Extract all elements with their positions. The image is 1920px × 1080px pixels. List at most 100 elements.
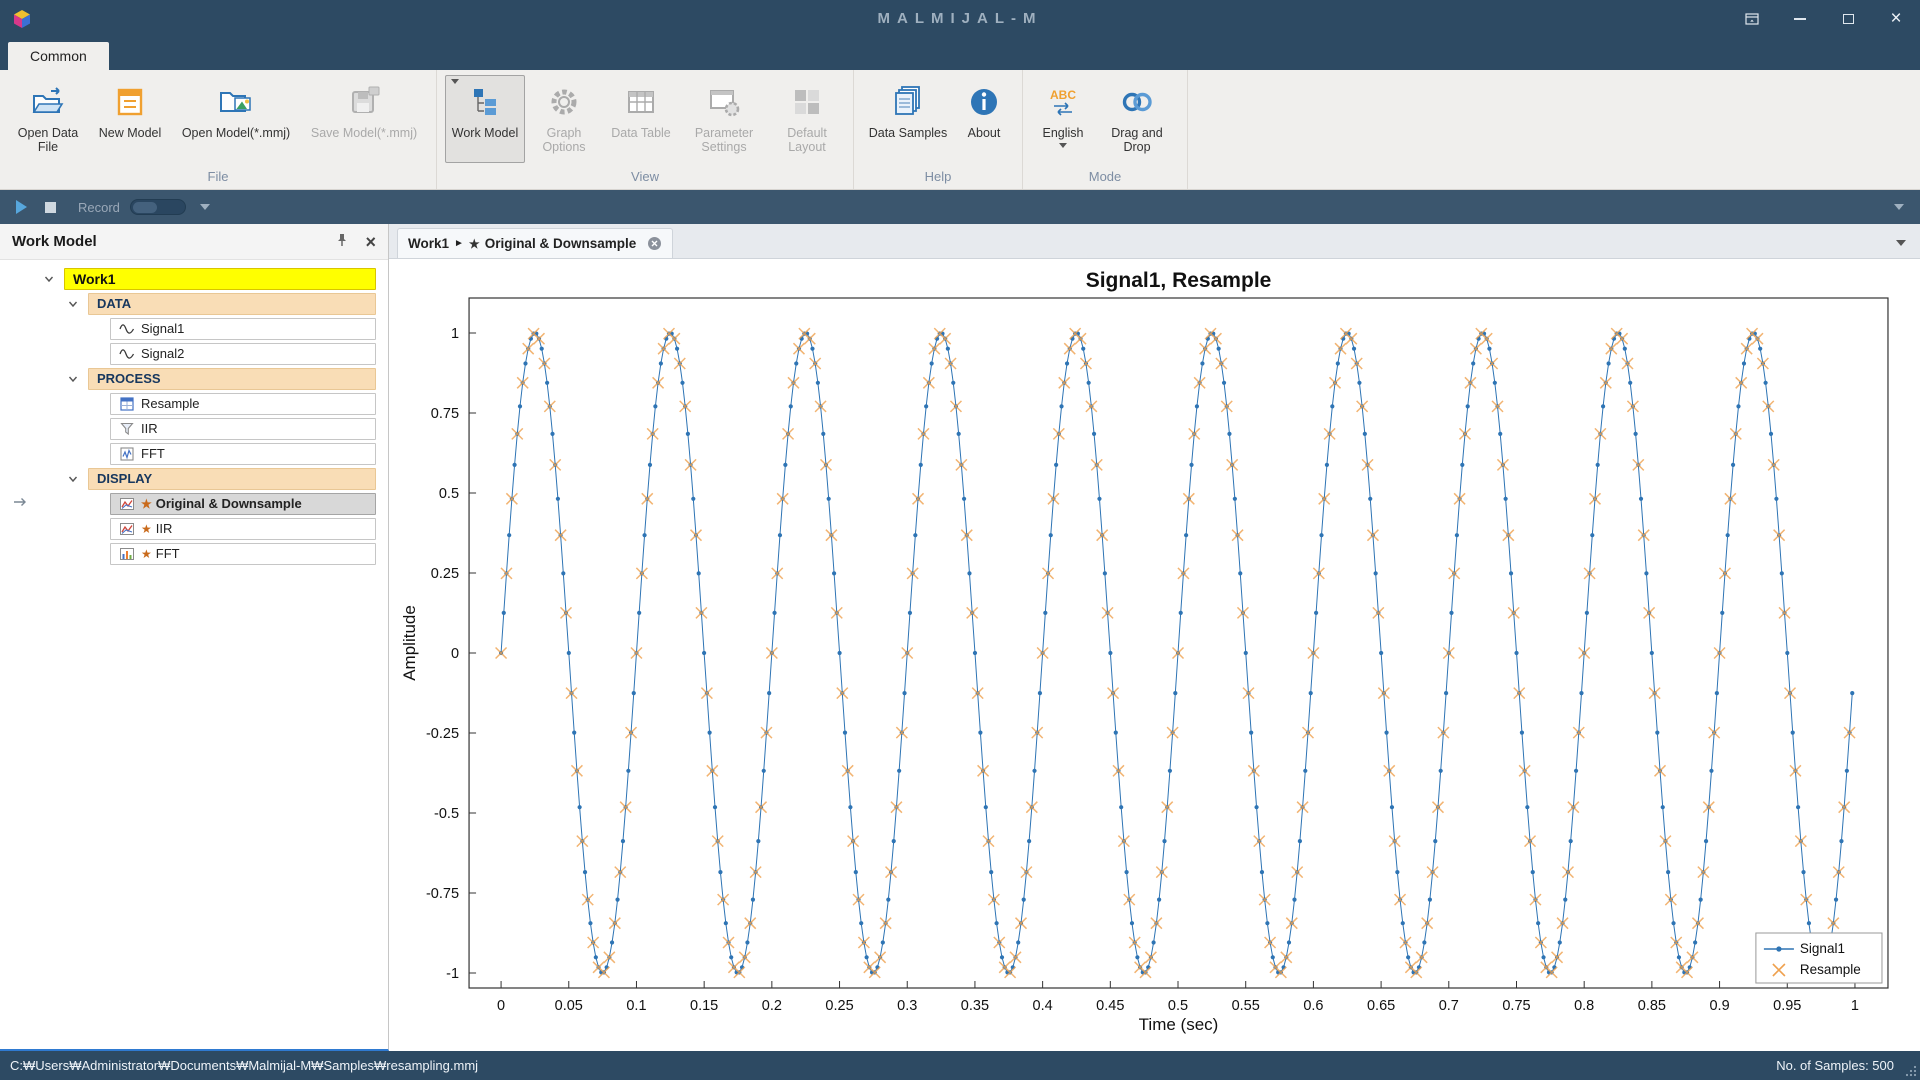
chart-panel: Signal1, Resample00.050.10.150.20.250.30… [389,259,1920,1051]
resample-icon [119,396,135,412]
parameter-settings-button[interactable]: Parameter Settings [679,75,769,163]
svg-text:0.25: 0.25 [825,998,853,1014]
svg-text:0.9: 0.9 [1709,998,1729,1014]
ribbon-group-label: Help [862,167,1014,189]
record-dropdown-icon[interactable] [200,204,210,210]
work-model-button[interactable]: Work Model [445,75,525,163]
chevron-down-icon[interactable] [68,375,78,383]
tree-row-original-downsample[interactable]: ★ Original & Downsample [0,491,388,516]
tree-label: DISPLAY [97,471,152,486]
tree-row-signal2[interactable]: Signal2 [0,341,388,366]
chevron-down-icon[interactable] [68,300,78,308]
stop-icon[interactable] [45,202,56,213]
chevron-down-icon[interactable] [44,275,54,283]
record-toggle[interactable] [130,199,186,215]
chevron-down-icon [1059,143,1067,148]
svg-text:0.65: 0.65 [1367,998,1395,1014]
panel-close-icon[interactable]: × [365,233,376,251]
maximize-icon[interactable] [1824,0,1872,37]
gear-icon [546,82,582,122]
drag-and-drop-button[interactable]: Drag and Drop [1095,75,1179,163]
graph-options-button[interactable]: Graph Options [525,75,603,163]
svg-text:0.1: 0.1 [626,998,646,1014]
tree-label: Original & Downsample [156,496,302,511]
ribbon-button-label: About [957,126,1011,140]
line-chart-icon [119,496,135,512]
star-icon: ★ [469,237,480,251]
tab-close-icon[interactable] [647,236,662,251]
svg-text:0.4: 0.4 [1033,998,1053,1014]
svg-text:0.55: 0.55 [1232,998,1260,1014]
save-model-button[interactable]: Save Model(*.mmj) [300,75,428,163]
tab-original-downsample[interactable]: Work1 ► ★ Original & Downsample [397,228,673,258]
tree-row-work1[interactable]: Work1 [0,266,388,291]
tree-label: Resample [141,396,200,411]
document-area: Work1 ► ★ Original & Downsample Signal1,… [389,224,1920,1051]
svg-text:-1: -1 [446,966,459,982]
data-samples-button[interactable]: Data Samples [862,75,954,163]
tree-row-resample[interactable]: Resample [0,391,388,416]
svg-text:0.25: 0.25 [431,566,459,582]
svg-text:0.7: 0.7 [1439,998,1459,1014]
filter-icon [119,421,135,437]
window-title: MALMIJAL-M [0,10,1920,27]
save-model-icon [346,82,382,122]
tree-label: DATA [97,296,131,311]
about-button[interactable]: About [954,75,1014,163]
svg-text:0.3: 0.3 [897,998,917,1014]
resize-grip-icon[interactable] [1905,1065,1917,1077]
tree-row-display-iir[interactable]: ★ IIR [0,516,388,541]
default-layout-button[interactable]: Default Layout [769,75,845,163]
svg-text:1: 1 [1851,998,1859,1014]
samples-count: No. of Samples: 500 [1776,1058,1894,1073]
svg-text:0.45: 0.45 [1096,998,1124,1014]
document-tab-bar: Work1 ► ★ Original & Downsample [389,224,1920,259]
play-icon[interactable] [16,200,27,214]
work-model-tree: Work1 DATA Signal1 [0,260,388,1049]
settings-window-icon [706,82,742,122]
svg-text:-0.75: -0.75 [426,886,459,902]
table-icon [623,82,659,122]
open-data-file-button[interactable]: Open Data File [8,75,88,163]
ribbon-button-label: Data Table [606,126,676,140]
tree-row-signal1[interactable]: Signal1 [0,316,388,341]
file-path: C:₩Users₩Administrator₩Documents₩Malmija… [10,1058,1776,1073]
data-table-button[interactable]: Data Table [603,75,679,163]
ribbon-button-label: English [1034,126,1092,140]
language-button[interactable]: ABC English [1031,75,1095,163]
new-model-button[interactable]: New Model [88,75,172,163]
tab-list-dropdown-icon[interactable] [1896,240,1906,246]
ribbon-button-label: Parameter Settings [682,126,766,155]
work-model-icon [467,82,503,122]
ribbon-group-help: Data Samples About Help [854,70,1023,189]
minimize-icon[interactable] [1776,0,1824,37]
tree-row-process[interactable]: PROCESS [0,366,388,391]
tree-row-fft[interactable]: FFT [0,441,388,466]
ribbon-layout-icon[interactable] [1728,0,1776,37]
sine-icon [119,346,135,362]
ribbon-group-mode: ABC English Drag and Drop Mode [1023,70,1188,189]
tree-row-iir[interactable]: IIR [0,416,388,441]
info-icon [966,82,1002,122]
svg-text:0.75: 0.75 [431,406,459,422]
tree-label: IIR [141,421,158,436]
tree-label: PROCESS [97,371,161,386]
svg-text:0.05: 0.05 [555,998,583,1014]
tree-row-data[interactable]: DATA [0,291,388,316]
tree-label: Work1 [73,271,116,287]
pin-icon[interactable] [335,233,349,251]
main-area: Work Model × [0,224,1920,1051]
toolbar-dropdown-icon[interactable] [1894,204,1904,210]
ribbon-group-file: Open Data File New Model [0,70,437,189]
chevron-down-icon[interactable] [68,475,78,483]
close-icon[interactable]: × [1872,0,1920,37]
svg-text:0.8: 0.8 [1574,998,1594,1014]
tree-row-display-fft[interactable]: ★ FFT [0,541,388,566]
ribbon-group-label: File [8,167,428,189]
tab-common[interactable]: Common [8,42,109,70]
tree-label: FFT [156,546,180,561]
open-model-button[interactable]: Open Model(*.mmj) [172,75,300,163]
tree-row-display[interactable]: DISPLAY [0,466,388,491]
ribbon-button-label: Drag and Drop [1098,126,1176,155]
abc-text: ABC [1050,88,1076,102]
